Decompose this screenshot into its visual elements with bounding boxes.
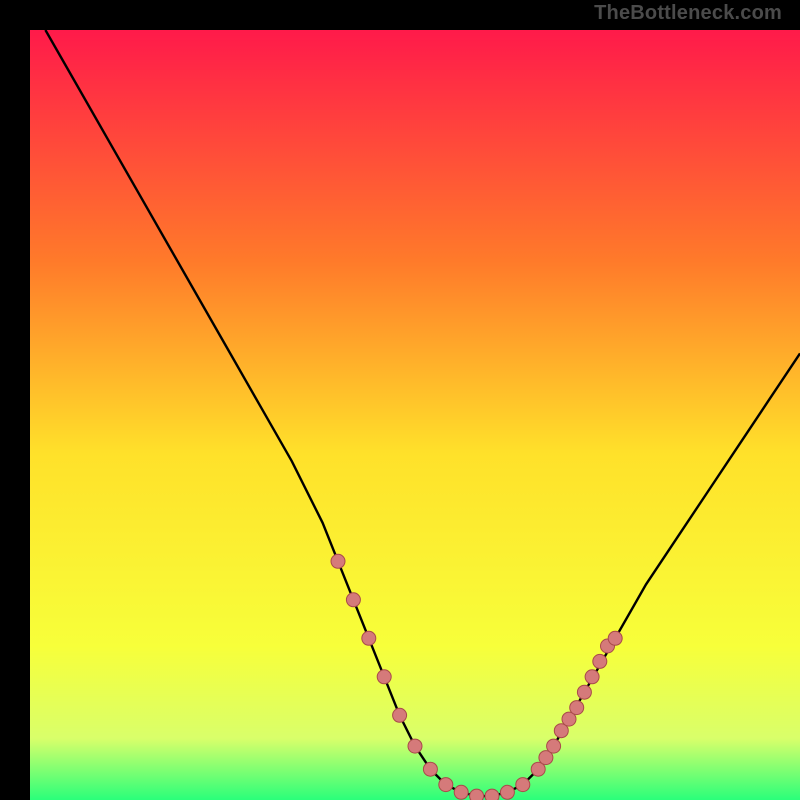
curve-marker <box>593 654 607 668</box>
curve-marker <box>516 778 530 792</box>
curve-marker <box>408 739 422 753</box>
curve-marker <box>331 554 345 568</box>
curve-marker <box>547 739 561 753</box>
curve-marker <box>377 670 391 684</box>
curve-marker <box>470 789 484 800</box>
curve-marker <box>485 789 499 800</box>
curve-marker <box>423 762 437 776</box>
curve-marker <box>585 670 599 684</box>
curve-marker <box>608 631 622 645</box>
curve-marker <box>570 701 584 715</box>
chart-frame <box>15 15 785 785</box>
watermark-text: TheBottleneck.com <box>594 2 782 25</box>
gradient-background <box>30 30 800 800</box>
curve-marker <box>393 708 407 722</box>
curve-marker <box>362 631 376 645</box>
curve-marker <box>454 785 468 799</box>
bottleneck-plot <box>30 30 800 800</box>
curve-marker <box>439 778 453 792</box>
curve-marker <box>500 785 514 799</box>
curve-marker <box>577 685 591 699</box>
curve-marker <box>346 593 360 607</box>
